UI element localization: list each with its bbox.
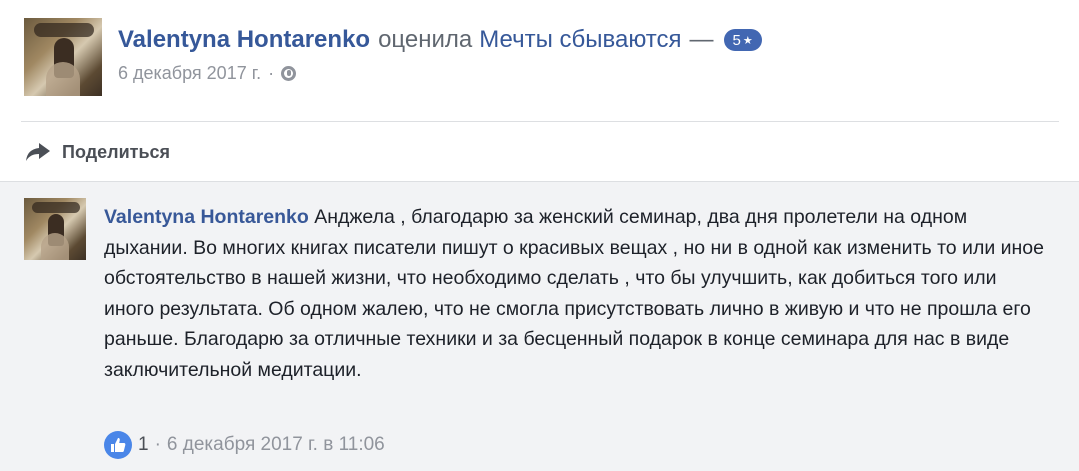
post-author-link[interactable]: Valentyna Hontarenko xyxy=(118,26,370,54)
rating-badge[interactable]: 5 ★ xyxy=(723,29,762,51)
post-headline: Valentyna Hontarenko оценила Мечты сбыва… xyxy=(118,24,762,56)
globe-icon[interactable] xyxy=(281,66,297,81)
divider xyxy=(21,121,1059,122)
author-avatar[interactable] xyxy=(24,18,102,96)
comment-body: Valentyna Hontarenko Анджела , благодарю… xyxy=(104,202,1044,385)
comment-meta: 1 · 6 декабря 2017 г. в 11:06 xyxy=(104,430,385,460)
thumbs-up-glyph xyxy=(111,438,126,452)
comment-author-link[interactable]: Valentyna Hontarenko xyxy=(104,206,309,228)
comment-meta-separator: · xyxy=(154,434,161,455)
meta-separator: · xyxy=(268,63,275,83)
star-icon: ★ xyxy=(742,34,753,47)
post-header: Valentyna Hontarenko оценила Мечты сбыва… xyxy=(0,0,1079,118)
share-label: Поделиться xyxy=(62,141,171,162)
post-action-text: оценила xyxy=(378,26,473,53)
headline-dash: — xyxy=(689,26,714,53)
comment-text: Анджела , благодарю за женский семинар, … xyxy=(104,206,1044,381)
comment-timestamp-link[interactable]: 6 декабря 2017 г. в 11:06 xyxy=(167,434,385,456)
thumbs-up-icon[interactable] xyxy=(104,431,132,459)
rating-value: 5 xyxy=(732,31,741,49)
page-name-link[interactable]: Мечты сбываются xyxy=(479,26,681,54)
post-date-link[interactable]: 6 декабря 2017 г. xyxy=(118,63,261,84)
commenter-avatar[interactable] xyxy=(24,198,86,260)
share-arrow-icon xyxy=(26,143,50,161)
like-count[interactable]: 1 xyxy=(138,434,149,456)
share-button[interactable]: Поделиться xyxy=(24,138,170,166)
post-meta: 6 декабря 2017 г. · xyxy=(118,63,297,84)
comments-section: Valentyna Hontarenko Анджела , благодарю… xyxy=(0,181,1079,471)
